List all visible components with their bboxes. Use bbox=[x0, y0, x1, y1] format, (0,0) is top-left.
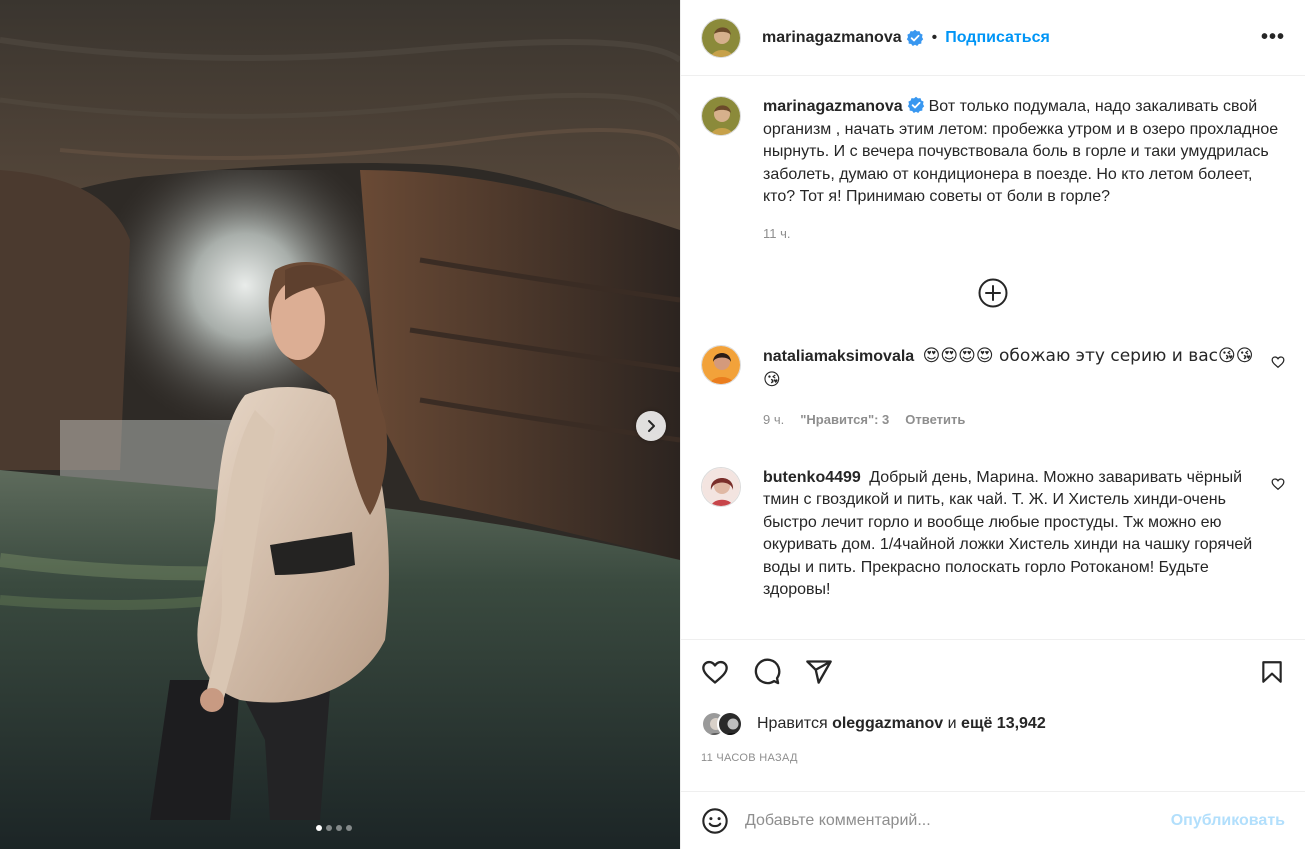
caption-body: marinagazmanova Вот только подумала, надо… bbox=[763, 96, 1285, 245]
reply-button[interactable]: Ответить bbox=[905, 409, 965, 432]
comments-list: marinagazmanova Вот только подумала, надо… bbox=[681, 76, 1305, 639]
like-comment-heart-icon[interactable] bbox=[1271, 477, 1285, 491]
likes-prefix: Нравится bbox=[757, 715, 828, 732]
post-panel: marinagazmanova • Подписаться ••• marina… bbox=[680, 0, 1305, 849]
follow-button[interactable]: Подписаться bbox=[945, 29, 1050, 47]
likes-summary: Нравится oleggazmanov и ещё 13,942 bbox=[681, 704, 1305, 744]
carousel-dot bbox=[316, 825, 322, 831]
carousel-dot bbox=[346, 825, 352, 831]
bookmark-icon bbox=[1262, 661, 1282, 683]
post-photo[interactable] bbox=[0, 0, 680, 849]
add-comment-bar: Опубликовать bbox=[681, 791, 1305, 849]
more-options-button[interactable]: ••• bbox=[1261, 26, 1285, 49]
avatar-image bbox=[702, 18, 740, 57]
verified-badge-icon bbox=[906, 29, 923, 46]
heart-icon bbox=[702, 660, 728, 684]
save-button[interactable] bbox=[1259, 658, 1285, 686]
carousel-indicators bbox=[316, 825, 352, 831]
likes-count-button[interactable]: ещё 13,942 bbox=[961, 715, 1046, 733]
post-header: marinagazmanova • Подписаться ••• bbox=[681, 0, 1305, 76]
plus-circle-icon bbox=[978, 278, 1008, 308]
next-slide-button[interactable] bbox=[636, 411, 666, 441]
avatar-image bbox=[702, 467, 740, 506]
liked-by-username[interactable]: oleggazmanov bbox=[832, 715, 943, 733]
comment-username[interactable]: butenko4499 bbox=[763, 469, 861, 486]
comment-item: nataliamaksimovala 😍😍😍😍 обожаю эту серию… bbox=[701, 345, 1285, 432]
comment-meta: 9 ч. "Нравится": 3 Ответить bbox=[763, 409, 1257, 432]
avatar-image bbox=[702, 346, 740, 384]
author-avatar[interactable] bbox=[701, 17, 741, 58]
liker-avatar[interactable] bbox=[717, 711, 743, 737]
avatar-image bbox=[719, 713, 741, 735]
comment-username[interactable]: nataliamaksimovala bbox=[763, 348, 914, 365]
verified-badge-icon bbox=[907, 96, 924, 113]
comment-body: butenko4499 Добрый день, Марина. Можно з… bbox=[763, 467, 1285, 602]
comment-item: butenko4499 Добрый день, Марина. Можно з… bbox=[701, 466, 1285, 602]
publish-button[interactable]: Опубликовать bbox=[1171, 812, 1285, 830]
comment-button[interactable] bbox=[753, 658, 781, 686]
author-username[interactable]: marinagazmanova bbox=[762, 29, 902, 47]
post-caption: marinagazmanova Вот только подумала, надо… bbox=[701, 96, 1285, 245]
instagram-post: marinagazmanova • Подписаться ••• marina… bbox=[0, 0, 1305, 849]
carousel-dot bbox=[336, 825, 342, 831]
caption-username[interactable]: marinagazmanova bbox=[763, 98, 903, 115]
comment-bubble-icon bbox=[754, 658, 781, 685]
smiley-icon bbox=[702, 807, 728, 834]
commenter-avatar[interactable] bbox=[701, 466, 741, 507]
emoji-picker-button[interactable] bbox=[701, 807, 729, 835]
avatar-image bbox=[702, 97, 740, 135]
like-comment-heart-icon[interactable] bbox=[1271, 355, 1285, 369]
caption-author-avatar[interactable] bbox=[701, 96, 741, 136]
load-more-comments-button[interactable] bbox=[701, 277, 1285, 309]
caption-time[interactable]: 11 ч. bbox=[763, 223, 791, 246]
paper-plane-icon bbox=[806, 660, 832, 684]
separator-bullet: • bbox=[931, 28, 938, 46]
likes-conjunction: и bbox=[947, 715, 957, 732]
share-button[interactable] bbox=[805, 658, 833, 686]
liker-avatars bbox=[701, 711, 745, 737]
comment-likes-count[interactable]: "Нравится": 3 bbox=[800, 409, 889, 432]
commenter-avatar[interactable] bbox=[701, 345, 741, 385]
comment-text: Добрый день, Марина. Можно заваривать чё… bbox=[763, 468, 1253, 599]
post-actions-section: Нравится oleggazmanov и ещё 13,942 11 ча… bbox=[681, 639, 1305, 849]
comment-body: nataliamaksimovala 😍😍😍😍 обожаю эту серию… bbox=[763, 345, 1285, 432]
comment-input[interactable] bbox=[745, 811, 1171, 830]
post-timestamp[interactable]: 11 часов назад bbox=[681, 752, 1305, 764]
like-button[interactable] bbox=[701, 658, 729, 686]
action-bar bbox=[681, 640, 1305, 704]
cave-waterfall-photo bbox=[0, 0, 680, 849]
comment-time[interactable]: 9 ч. bbox=[763, 409, 784, 432]
caption-meta: 11 ч. bbox=[763, 223, 1285, 246]
chevron-right-icon bbox=[648, 420, 655, 432]
carousel-dot bbox=[326, 825, 332, 831]
